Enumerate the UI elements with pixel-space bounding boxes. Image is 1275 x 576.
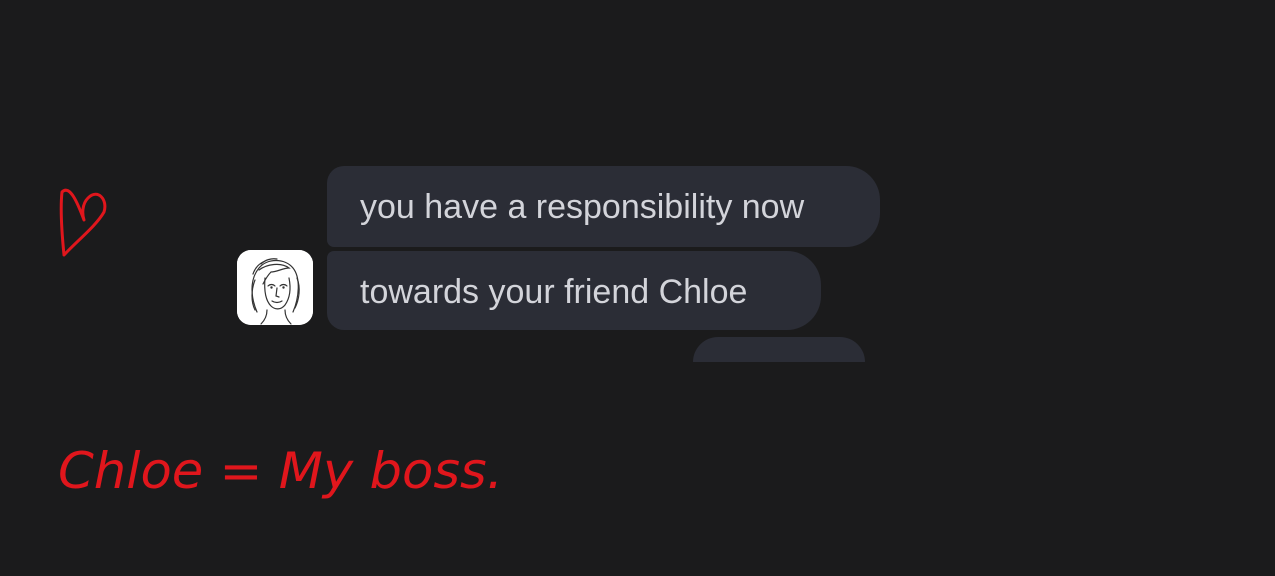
message-bubble-partial [693,337,865,362]
chat-thread: you have a responsibility now towards yo… [0,0,1275,576]
portrait-sketch-icon [237,250,313,325]
message-bubble[interactable]: you have a responsibility now [327,166,880,247]
avatar[interactable] [237,250,313,325]
message-text: towards your friend Chloe [360,273,748,311]
message-bubble[interactable]: towards your friend Chloe [327,251,821,330]
message-text: you have a responsibility now [360,188,805,226]
